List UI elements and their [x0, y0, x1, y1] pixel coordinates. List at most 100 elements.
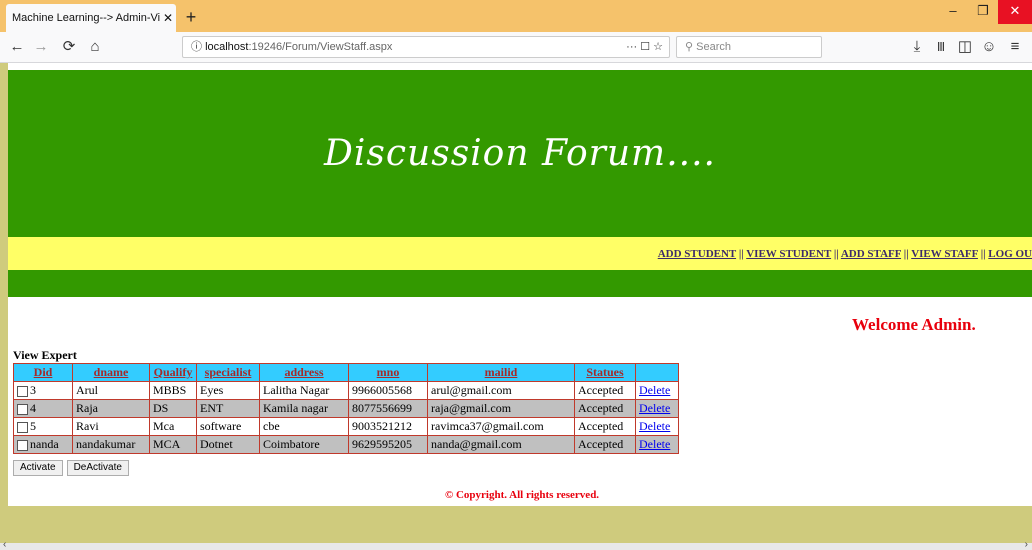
cell-mailid: ravimca37@gmail.com: [427, 417, 575, 436]
menu-view-student[interactable]: VIEW STUDENT: [746, 248, 831, 260]
page-actions-icon[interactable]: ··· ☐ ☆: [626, 37, 663, 57]
did-value: 4: [30, 401, 36, 415]
table-row: nanda nandakumar MCA Dotnet Coimbatore 9…: [13, 435, 679, 454]
cell-did: nanda: [13, 435, 73, 454]
search-icon: ⚲: [685, 41, 697, 53]
cell-mno: 8077556699: [348, 399, 428, 418]
menu-icon[interactable]: ≡: [1004, 36, 1026, 58]
window-controls: – ❐ ✕: [938, 0, 1032, 26]
table-row: 3 Arul MBBS Eyes Lalitha Nagar 996600556…: [13, 381, 679, 400]
table-header-row: Did dname Qualify specialist address mno…: [13, 363, 679, 382]
home-icon[interactable]: ⌂: [84, 36, 106, 58]
cell-status: Accepted: [574, 399, 636, 418]
menu-separator: ||: [736, 248, 747, 260]
close-window-button[interactable]: ✕: [998, 0, 1032, 24]
delete-link[interactable]: Delete: [639, 401, 670, 415]
cell-dname: Arul: [72, 381, 150, 400]
back-icon[interactable]: ←: [6, 36, 28, 58]
scroll-left-icon[interactable]: ‹: [3, 539, 6, 550]
did-value: nanda: [30, 437, 59, 451]
column-header-action: [635, 363, 679, 382]
browser-tab-bar: Machine Learning--> Admin-Viewl ✕ + – ❐ …: [0, 0, 1032, 32]
account-icon[interactable]: ☺: [978, 36, 1000, 58]
cell-dname: Raja: [72, 399, 150, 418]
horizontal-scrollbar[interactable]: ‹ ›: [0, 539, 1032, 550]
header-lower-band: [8, 270, 1032, 297]
site-header: Discussion Forum....: [8, 70, 1032, 237]
cell-mno: 9629595205: [348, 435, 428, 454]
cell-specialist: Dotnet: [196, 435, 260, 454]
did-value: 5: [30, 419, 36, 433]
cell-did: 4: [13, 399, 73, 418]
row-checkbox[interactable]: [17, 403, 28, 415]
menu-separator: ||: [831, 248, 841, 260]
column-header-dname[interactable]: dname: [72, 363, 150, 382]
browser-tab[interactable]: Machine Learning--> Admin-Viewl ✕: [6, 4, 176, 32]
menu-separator: ||: [977, 248, 989, 260]
cell-address: cbe: [259, 417, 349, 436]
site-info-icon[interactable]: ⓘ: [191, 41, 202, 53]
cell-specialist: Eyes: [196, 381, 260, 400]
cell-status: Accepted: [574, 435, 636, 454]
cell-mailid: raja@gmail.com: [427, 399, 575, 418]
column-header-mno[interactable]: mno: [348, 363, 428, 382]
scroll-right-icon[interactable]: ›: [1025, 539, 1028, 550]
browser-nav-bar: ← → ⟳ ⌂ ⓘ localhost:19246/Forum/ViewStaf…: [0, 32, 1032, 63]
cell-did: 5: [13, 417, 73, 436]
cell-did: 3: [13, 381, 73, 400]
menu-view-staff[interactable]: VIEW STAFF: [911, 248, 978, 260]
admin-menu: ADD STUDENT || VIEW STUDENT || ADD STAFF…: [658, 248, 1032, 260]
page-left-border: [0, 63, 8, 543]
column-header-did[interactable]: Did: [13, 363, 73, 382]
row-checkbox[interactable]: [17, 439, 28, 451]
search-input[interactable]: ⚲ Search: [676, 36, 822, 58]
cell-qualify: MBBS: [149, 381, 197, 400]
cell-status: Accepted: [574, 381, 636, 400]
copyright-text: © Copyright. All rights reserved.: [445, 489, 600, 501]
menu-log-out[interactable]: LOG OU: [988, 248, 1032, 260]
welcome-message: Welcome Admin.: [852, 315, 976, 334]
search-placeholder: Search: [696, 41, 731, 53]
table-row: 4 Raja DS ENT Kamila nagar 8077556699 ra…: [13, 399, 679, 418]
tab-close-icon[interactable]: ✕: [160, 11, 176, 25]
delete-link[interactable]: Delete: [639, 383, 670, 397]
delete-link[interactable]: Delete: [639, 437, 670, 451]
expert-table: Did dname Qualify specialist address mno…: [13, 363, 679, 454]
cell-address: Coimbatore: [259, 435, 349, 454]
cell-mno: 9003521212: [348, 417, 428, 436]
cell-action: Delete: [635, 417, 679, 436]
page-footer: [8, 506, 1032, 543]
reload-icon[interactable]: ⟳: [58, 36, 80, 58]
minimize-button[interactable]: –: [938, 0, 968, 24]
table-row: 5 Ravi Mca software cbe 9003521212 ravim…: [13, 417, 679, 436]
cell-qualify: DS: [149, 399, 197, 418]
library-icon[interactable]: Ⅲ: [930, 36, 952, 58]
action-buttons: Activate DeActivate: [13, 460, 129, 476]
row-checkbox[interactable]: [17, 385, 28, 397]
sidebar-icon[interactable]: ◫: [954, 36, 976, 58]
url-path: :19246/Forum/ViewStaff.aspx: [248, 41, 393, 53]
column-header-mailid[interactable]: mailid: [427, 363, 575, 382]
forward-icon[interactable]: →: [30, 36, 52, 58]
cell-dname: nandakumar: [72, 435, 150, 454]
deactivate-button[interactable]: DeActivate: [66, 460, 129, 476]
tab-title: Machine Learning--> Admin-Viewl: [12, 12, 160, 24]
menu-add-student[interactable]: ADD STUDENT: [658, 248, 736, 260]
download-icon[interactable]: ⤓: [906, 36, 928, 58]
column-header-qualify[interactable]: Qualify: [149, 363, 197, 382]
column-header-status[interactable]: Statues: [574, 363, 636, 382]
restore-button[interactable]: ❐: [968, 0, 998, 24]
url-bar[interactable]: ⓘ localhost:19246/Forum/ViewStaff.aspx ·…: [182, 36, 670, 58]
new-tab-button[interactable]: +: [180, 6, 202, 28]
delete-link[interactable]: Delete: [639, 419, 670, 433]
column-header-specialist[interactable]: specialist: [196, 363, 260, 382]
row-checkbox[interactable]: [17, 421, 28, 433]
column-header-address[interactable]: address: [259, 363, 349, 382]
activate-button[interactable]: Activate: [13, 460, 63, 476]
site-title: Discussion Forum....: [324, 133, 716, 174]
cell-specialist: ENT: [196, 399, 260, 418]
menu-add-staff[interactable]: ADD STAFF: [841, 248, 901, 260]
cell-address: Lalitha Nagar: [259, 381, 349, 400]
menu-separator: ||: [901, 248, 912, 260]
cell-dname: Ravi: [72, 417, 150, 436]
